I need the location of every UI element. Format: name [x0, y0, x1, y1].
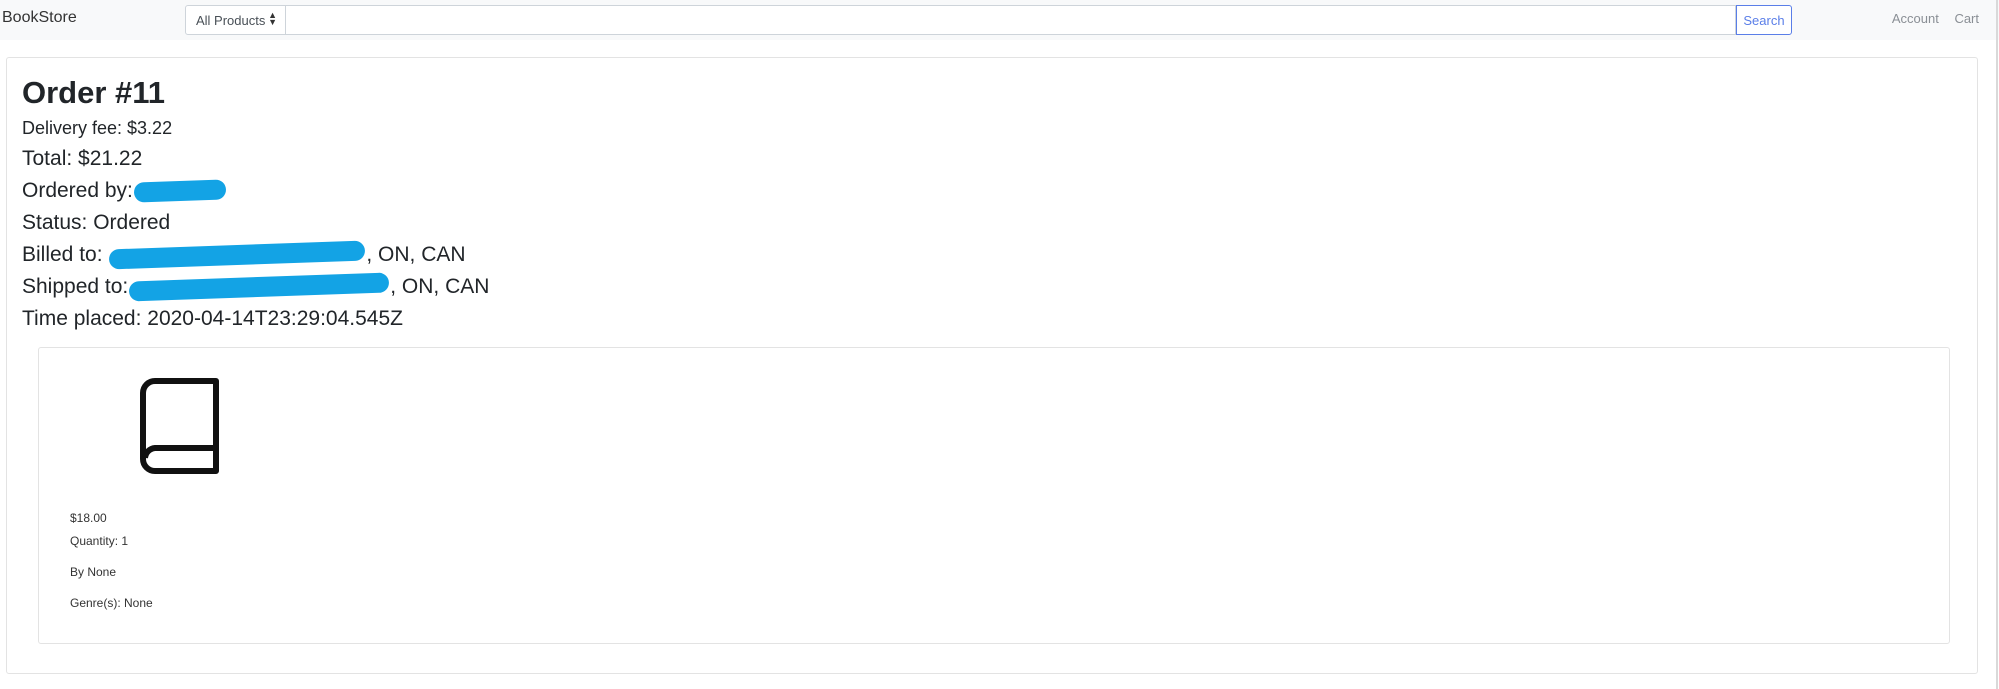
shipped-to: Shipped to: , ON, CAN: [22, 272, 490, 302]
nav-links: Account Cart: [1880, 11, 1979, 26]
redacted-shipping-address: [128, 272, 390, 302]
brand-link[interactable]: BookStore: [2, 9, 77, 27]
shipped-to-label: Shipped to:: [22, 275, 129, 298]
search-group: All Products ▲ ▼ Search: [185, 5, 1794, 35]
billed-to: Billed to: , ON, CAN: [22, 240, 466, 270]
account-link[interactable]: Account: [1892, 11, 1939, 26]
category-select[interactable]: All Products ▲ ▼: [185, 5, 286, 35]
order-status: Status: Ordered: [22, 211, 171, 234]
top-navbar: BookStore All Products ▲ ▼ Search Account…: [0, 0, 1999, 40]
redacted-name: [133, 179, 227, 204]
ordered-by-label: Ordered by:: [22, 179, 133, 202]
item-price: $18.00: [70, 511, 107, 525]
search-input[interactable]: [285, 5, 1736, 35]
delivery-fee: Delivery fee: $3.22: [22, 118, 173, 138]
cart-link[interactable]: Cart: [1954, 11, 1979, 26]
book-icon: [140, 378, 219, 474]
shipped-to-region: , ON, CAN: [390, 275, 490, 298]
redacted-billing-address: [109, 240, 366, 270]
category-select-value: All Products: [196, 13, 266, 28]
order-item-card: [38, 347, 1950, 644]
search-button[interactable]: Search: [1736, 5, 1792, 35]
page-divider: [1996, 0, 1998, 689]
order-title: Order #11: [22, 75, 166, 110]
billed-to-label: Billed to:: [22, 243, 103, 266]
item-genres: Genre(s): None: [70, 596, 153, 610]
order-total: Total: $21.22: [22, 147, 143, 170]
item-author: By None: [70, 565, 117, 579]
time-placed: Time placed: 2020-04-14T23:29:04.545Z: [22, 307, 403, 330]
select-arrows-icon: ▲ ▼: [268, 10, 277, 27]
item-quantity: Quantity: 1: [70, 534, 129, 548]
ordered-by: Ordered by:: [22, 179, 227, 204]
billed-to-region: , ON, CAN: [366, 243, 466, 266]
